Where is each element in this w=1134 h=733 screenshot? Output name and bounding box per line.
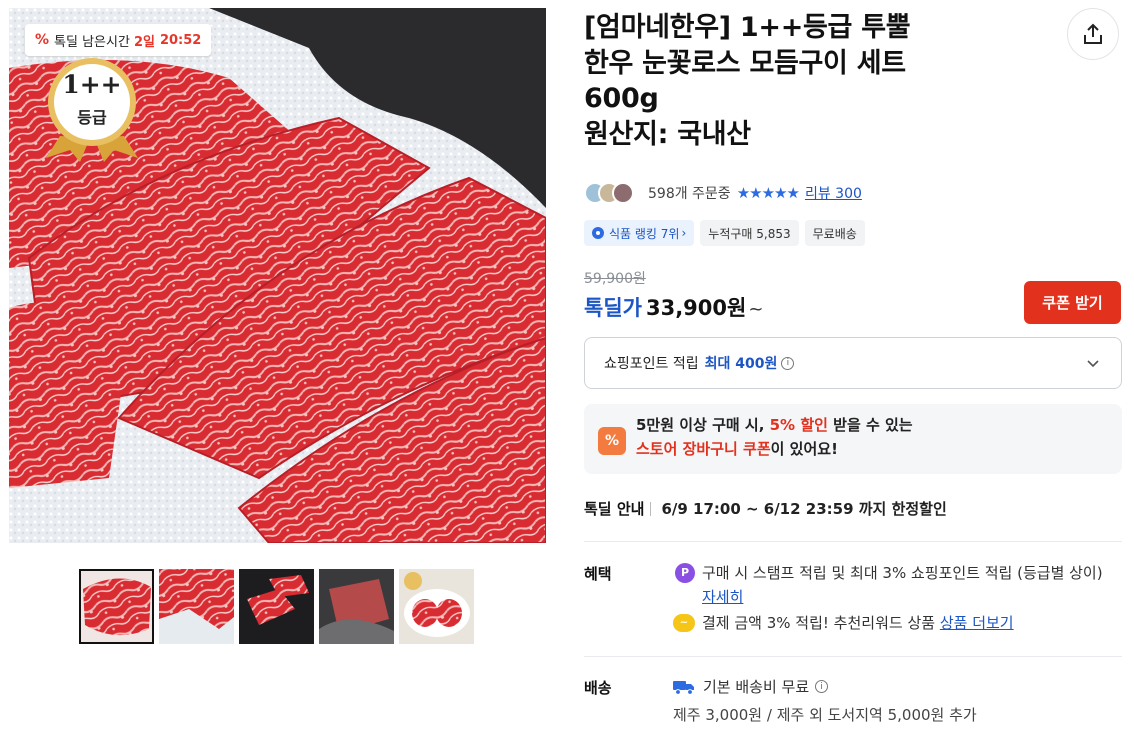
chevron-right-icon: › <box>681 226 687 240</box>
info-icon[interactable]: i <box>815 680 829 693</box>
promo-line-1: 5만원 이상 구매 시, 5% 할인 받을 수 있는 <box>636 413 1122 437</box>
promo-line-2: 스토어 장바구니 쿠폰이 있어요! <box>636 437 1122 461</box>
coin-icon: ~ <box>673 614 695 632</box>
avatar <box>612 182 634 204</box>
chevron-down-icon <box>1087 360 1099 368</box>
deal-countdown-badge: % 톡딜 남은시간 2일 20:52 <box>25 24 212 56</box>
coupon-button[interactable]: 쿠폰 받기 <box>1024 281 1121 324</box>
thumbnail-4[interactable] <box>319 569 394 644</box>
share-button[interactable] <box>1067 8 1119 60</box>
promo-discount: 5% 할인 <box>769 416 828 434</box>
deal-countdown-time: 20:52 <box>159 32 202 48</box>
deal-info: 톡딜 안내 6/9 17:00 ~ 6/12 23:59 까지 한정할인 <box>584 498 947 519</box>
benefit-text: 구매 시 스탬프 적립 및 최대 3% 쇼핑포인트 적립 (등급별 상이) <box>702 564 1103 582</box>
product-chips: 식품 랭킹 7위 › 누적구매 5,853 무료배송 <box>584 220 865 246</box>
promo-text: 5만원 이상 구매 시, <box>636 416 770 434</box>
benefit-text: 결제 금액 3% 적립! 추천리워드 상품 <box>702 614 940 632</box>
divider <box>584 541 1122 542</box>
grade-label: 등급 <box>77 108 107 127</box>
thumbnail-2[interactable] <box>159 569 234 644</box>
points-label: 쇼핑포인트 적립 <box>604 356 699 372</box>
deal-countdown-days: 2일 <box>133 34 155 50</box>
sale-price-line: 톡딜가 33,900원 ~ <box>584 292 763 322</box>
shipping-label: 배송 <box>584 679 612 697</box>
benefit-stamp: P 구매 시 스탬프 적립 및 최대 3% 쇼핑포인트 적립 (등급별 상이) … <box>673 561 1113 609</box>
store-coupon-banner[interactable]: % 5만원 이상 구매 시, 5% 할인 받을 수 있는 스토어 장바구니 쿠폰… <box>584 404 1122 474</box>
cumulative-purchase-chip: 누적구매 5,853 <box>700 220 799 246</box>
review-link[interactable]: 리뷰 300 <box>805 183 862 203</box>
sale-price-label: 톡딜가 <box>584 296 642 320</box>
order-meta: 598개 주문중 ★★★★★ 리뷰 300 <box>584 180 862 206</box>
shipping-basic-text: 기본 배송비 무료 <box>703 678 810 696</box>
buyer-avatars <box>584 182 634 204</box>
free-shipping-chip: 무료배송 <box>804 220 865 246</box>
deal-info-label: 톡딜 안내 <box>584 500 645 518</box>
product-title-line: [엄마네한우] 1++등급 투뿔 <box>584 12 911 43</box>
deal-period: 6/9 17:00 ~ 6/12 23:59 까지 한정할인 <box>661 500 947 518</box>
ranking-icon <box>592 227 604 239</box>
promo-text: 받을 수 있는 <box>827 416 913 434</box>
product-title-line: 한우 눈꽃로스 모듬구이 세트 <box>584 47 906 79</box>
rating-stars: ★★★★★ <box>736 184 800 202</box>
more-products-link[interactable]: 상품 더보기 <box>940 614 1014 632</box>
divider <box>584 656 1122 657</box>
promo-text: 이 있어요! <box>770 440 838 458</box>
percent-icon: % <box>35 32 50 48</box>
deal-countdown-label: 톡딜 남은시간 <box>54 34 130 50</box>
product-title-line: 600g <box>584 83 659 114</box>
points-max: 최대 400원 <box>704 356 778 372</box>
shipping-basic: 기본 배송비 무료 i <box>673 676 829 697</box>
thumbnail-5[interactable] <box>399 569 474 644</box>
info-icon[interactable]: i <box>781 356 795 370</box>
thumbnail-1[interactable] <box>79 569 154 644</box>
truck-icon <box>673 680 694 695</box>
grade-medal-badge: 1++ 등급 <box>32 58 152 162</box>
grade-text: 1++ <box>62 70 122 99</box>
benefits-label: 혜택 <box>584 565 612 583</box>
shopping-points-dropdown[interactable]: 쇼핑포인트 적립 최대 400원 i <box>584 337 1122 389</box>
benefit-reward: ~ 결제 금액 3% 적립! 추천리워드 상품 상품 더보기 <box>673 611 1014 635</box>
divider <box>650 501 652 516</box>
price-tilde: ~ <box>748 299 764 320</box>
orders-count: 598개 주문중 <box>648 186 731 202</box>
shipping-extra: 제주 3,000원 / 제주 외 도서지역 5,000원 추가 <box>673 706 977 724</box>
ranking-chip[interactable]: 식품 랭킹 7위 › <box>584 220 695 246</box>
details-link[interactable]: 자세히 <box>702 588 743 606</box>
original-price: 59,900원 <box>584 271 646 287</box>
promo-coupon-name: 스토어 장바구니 쿠폰 <box>636 440 771 458</box>
ranking-text: 식품 랭킹 7위 <box>609 226 680 241</box>
sale-price: 33,900원 <box>645 296 747 320</box>
share-icon <box>1084 23 1102 44</box>
thumbnail-3[interactable] <box>239 569 314 644</box>
product-origin: 원산지: 국내산 <box>584 118 751 150</box>
thumbnail-strip <box>79 569 474 644</box>
points-p-icon: P <box>675 563 695 583</box>
coupon-icon: % <box>598 427 626 455</box>
product-title: [엄마네한우] 1++등급 투뿔 한우 눈꽃로스 모듬구이 세트 600g 원산… <box>584 10 1014 152</box>
